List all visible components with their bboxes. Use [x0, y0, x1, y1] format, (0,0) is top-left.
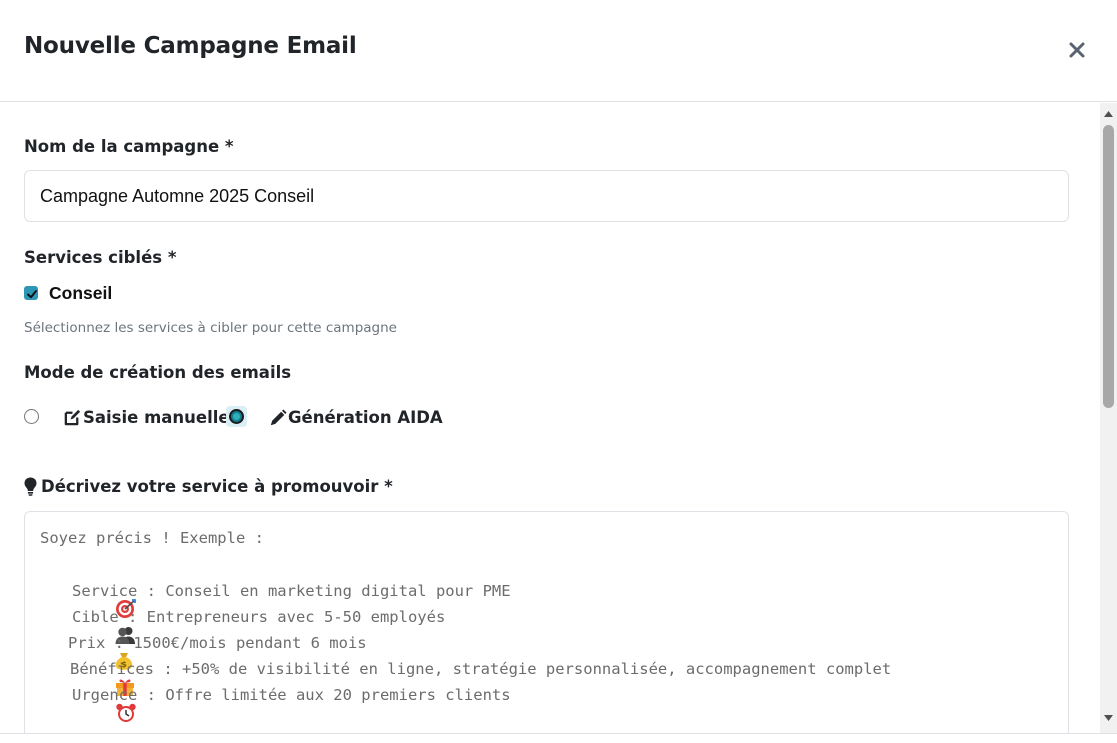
- description-label-text: Décrivez votre service à promouvoir *: [41, 477, 393, 496]
- scroll-down-arrow-icon[interactable]: [1103, 713, 1114, 723]
- service-checkbox-conseil[interactable]: [24, 286, 38, 300]
- radio-aida-text: Génération AIDA: [288, 408, 443, 427]
- lightbulb-icon: [24, 477, 37, 496]
- modal-body: Nom de la campagne * Campagne Automne 20…: [0, 103, 1100, 733]
- modal-title: Nouvelle Campagne Email: [24, 33, 357, 59]
- vertical-scrollbar[interactable]: [1100, 103, 1117, 733]
- description-label: Décrivez votre service à promouvoir *: [24, 477, 393, 496]
- textarea-placeholder-line: Urgence : Offre limitée aux 20 premiers …: [40, 685, 511, 722]
- scrollbar-thumb[interactable]: [1103, 125, 1114, 408]
- scroll-up-arrow-icon[interactable]: [1103, 109, 1114, 119]
- textarea-placeholder-line: Service : Conseil en marketing digital p…: [40, 581, 511, 618]
- check-icon: [27, 290, 37, 299]
- radio-aida-focus[interactable]: [226, 406, 247, 427]
- textarea-placeholder-line: Cible : Entrepreneurs avec 5-50 employés: [40, 607, 445, 644]
- textarea-placeholder-line: $ Prix : 1500€/mois pendant 6 mois: [40, 633, 367, 670]
- gift-emoji-icon: [40, 659, 134, 696]
- close-icon: [1069, 42, 1085, 58]
- radio-label-manual[interactable]: Saisie manuelle: [63, 408, 230, 427]
- radio-label-aida[interactable]: Génération AIDA: [269, 408, 443, 427]
- radio-manual-text: Saisie manuelle: [83, 408, 230, 427]
- target-emoji-icon: [40, 581, 136, 618]
- creation-mode-label: Mode de création des emails: [24, 363, 292, 382]
- textarea-placeholder-intro: Soyez précis ! Exemple :: [40, 529, 264, 547]
- textarea-placeholder-line: Bénéfices : +50% de visibilité en ligne,…: [40, 659, 891, 696]
- people-emoji-icon: [40, 607, 135, 644]
- campaign-name-label: Nom de la campagne *: [24, 137, 234, 156]
- pencil-icon: [270, 408, 287, 425]
- money-bag-emoji-icon: $: [40, 633, 132, 670]
- close-button[interactable]: [1065, 38, 1089, 62]
- services-help-text: Sélectionnez les services à cibler pour …: [24, 320, 397, 336]
- service-description-textarea[interactable]: Soyez précis ! Exemple : Service : Conse…: [24, 511, 1069, 733]
- radio-aida[interactable]: [229, 409, 244, 424]
- alarm-clock-emoji-icon: [40, 685, 136, 722]
- radio-manual[interactable]: [24, 409, 39, 424]
- edit-icon: [64, 409, 81, 426]
- services-label: Services ciblés *: [24, 248, 177, 267]
- modal-bottom-edge: [0, 733, 1117, 743]
- modal-header: Nouvelle Campagne Email: [0, 0, 1117, 102]
- service-label-conseil[interactable]: Conseil: [49, 283, 112, 304]
- campaign-name-input[interactable]: Campagne Automne 2025 Conseil: [24, 170, 1069, 222]
